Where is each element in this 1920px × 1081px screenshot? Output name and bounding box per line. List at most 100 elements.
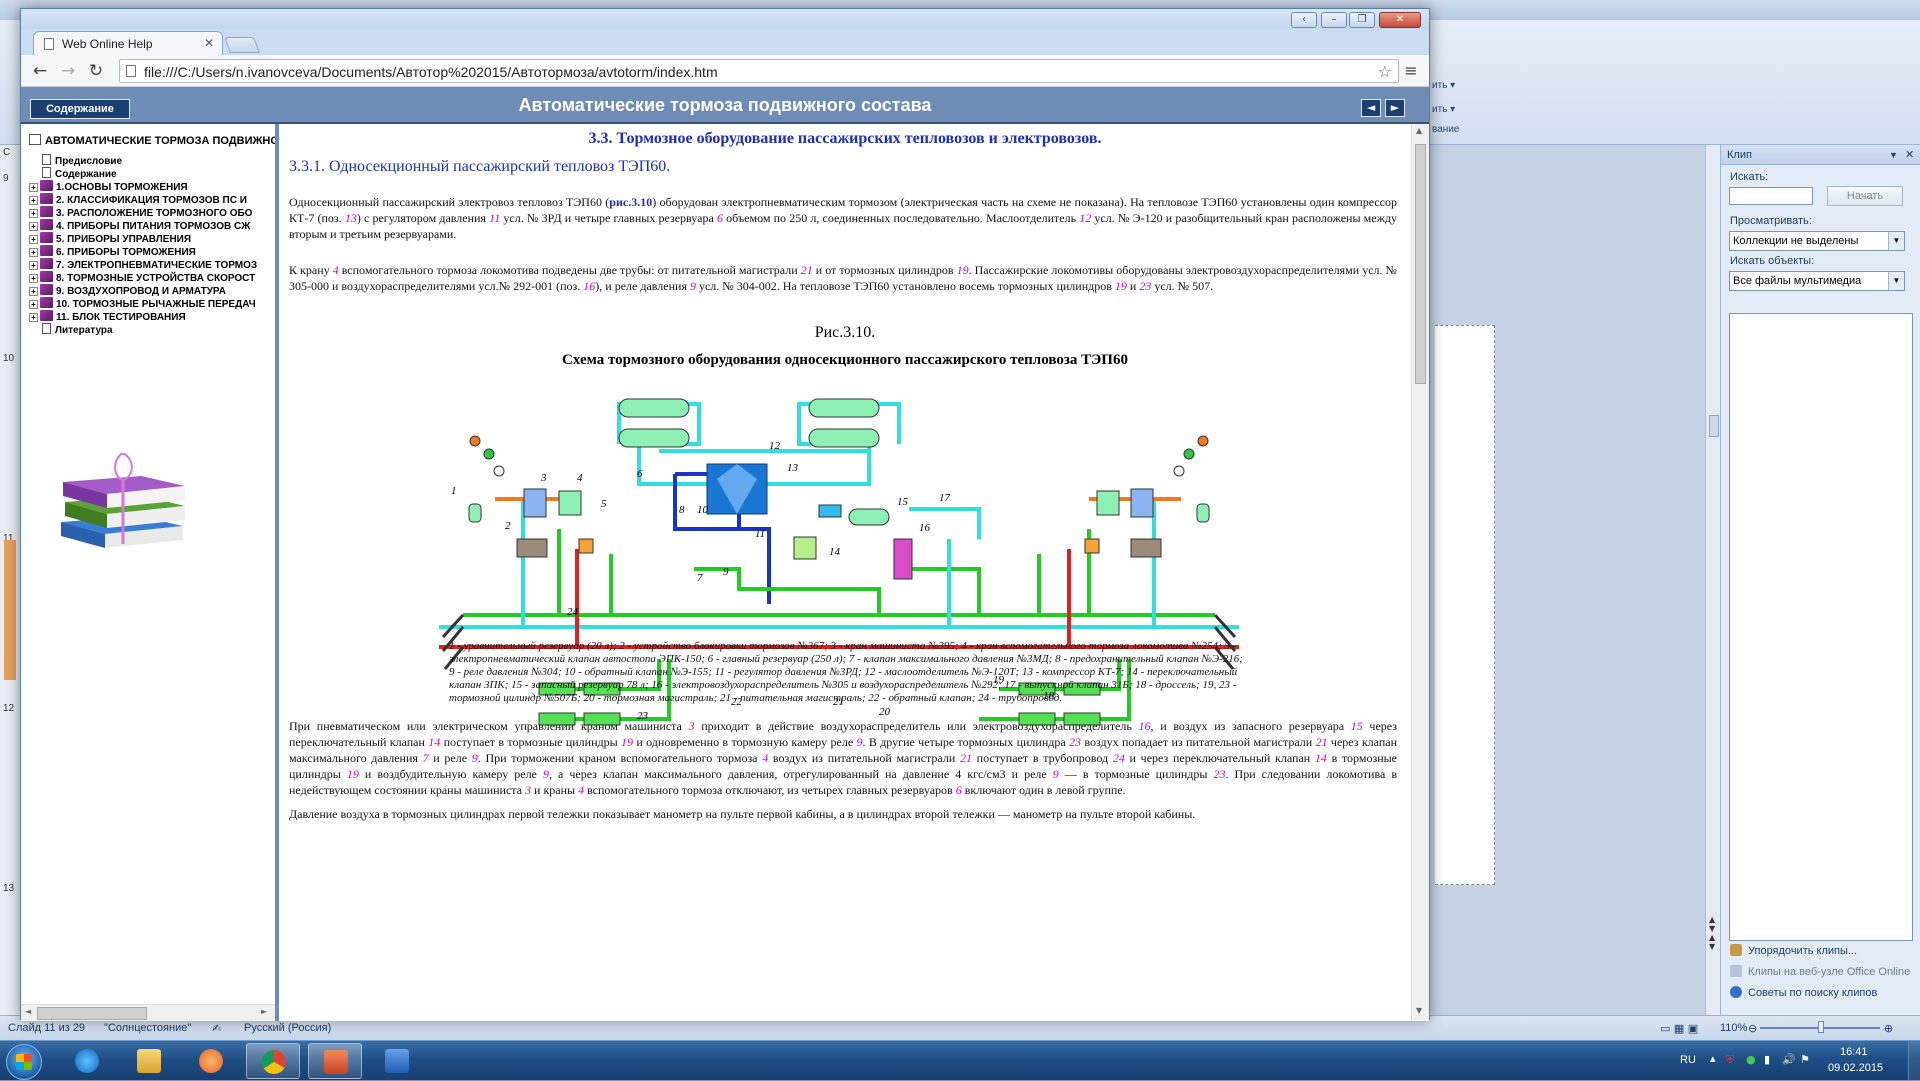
expand-icon[interactable]: +: [29, 300, 38, 309]
expand-icon[interactable]: +: [29, 248, 38, 257]
expand-icon[interactable]: +: [29, 261, 38, 270]
diagram-label: 13: [787, 462, 799, 474]
hamburger-menu-icon[interactable]: ≡: [1401, 61, 1421, 81]
diagram-label: 12: [769, 440, 781, 452]
expand-icon[interactable]: +: [29, 209, 38, 218]
book-icon: [40, 219, 53, 230]
browser-tab[interactable]: Web Online Help ✕: [33, 31, 223, 55]
shield-icon[interactable]: ⛨: [1726, 1053, 1734, 1067]
forward-arrow-icon[interactable]: →: [57, 60, 79, 82]
toc-item[interactable]: Литература: [29, 323, 113, 339]
spellcheck-icon[interactable]: ✍: [212, 1022, 221, 1035]
clip-results-area[interactable]: [1729, 313, 1913, 941]
toc-pane: АВТОМАТИЧЕСКИЕ ТОРМОЗА ПОДВИЖНОГ Предисл…: [21, 124, 279, 1021]
zoom-slider-thumb[interactable]: [1818, 1021, 1824, 1033]
update-icon[interactable]: ●: [1746, 1053, 1756, 1066]
close-tab-icon[interactable]: ✕: [204, 36, 214, 50]
url-text[interactable]: file:///C:/Users/n.ivanovceva/Documents/…: [144, 64, 718, 80]
reload-icon[interactable]: ↻: [85, 60, 107, 82]
content-vertical-scrollbar[interactable]: ▲ ▼: [1411, 124, 1429, 1021]
start-button[interactable]: [6, 1044, 42, 1080]
slide-vertical-scrollbar[interactable]: ▲ ▼ ▲ ▼: [1705, 145, 1721, 1015]
search-go-button[interactable]: Начать: [1827, 186, 1903, 206]
toc-item-label: 6. ПРИБОРЫ ТОРМОЖЕНИЯ: [56, 247, 196, 258]
language-indicator[interactable]: Русский (Россия): [244, 1022, 331, 1034]
taskbar-ie[interactable]: [60, 1043, 114, 1079]
clip-pane-header: Клип ▼ ✕: [1721, 145, 1920, 165]
expand-icon[interactable]: +: [29, 196, 38, 205]
show-hidden-icons-icon[interactable]: ▴: [1710, 1052, 1716, 1065]
office-online-link[interactable]: Клипы на веб-узле Office Online: [1730, 965, 1910, 978]
paragraph-1: Односекционный пассажирский электровоз т…: [289, 195, 1397, 241]
zoom-level[interactable]: 110%: [1720, 1022, 1747, 1034]
clock-date[interactable]: 09.02.2015: [1828, 1062, 1883, 1074]
pane-menu-icon[interactable]: ▼: [1889, 150, 1898, 160]
expand-icon[interactable]: +: [29, 183, 38, 192]
language-indicator[interactable]: RU: [1680, 1054, 1696, 1066]
view-buttons-icon[interactable]: ▭ ▦ ▣: [1660, 1022, 1698, 1035]
position-number: 23: [1213, 767, 1226, 781]
ribbon-fragment[interactable]: ить ▾: [1432, 104, 1455, 115]
zoom-in-icon[interactable]: ⊕: [1884, 1022, 1893, 1035]
figure-number: Рис.3.10.: [814, 324, 876, 341]
taskbar-chrome[interactable]: [246, 1043, 300, 1079]
scroll-up-icon[interactable]: ▲: [1416, 126, 1422, 135]
taskbar-explorer[interactable]: [122, 1043, 176, 1079]
bookmark-star-icon[interactable]: ☆: [1378, 62, 1392, 81]
ribbon-fragment[interactable]: ить ▾: [1432, 80, 1455, 91]
slide-canvas[interactable]: [1435, 325, 1495, 885]
maximize-button[interactable]: ❐: [1349, 12, 1375, 28]
expand-icon[interactable]: +: [29, 274, 38, 283]
next-page-button[interactable]: ►: [1385, 99, 1405, 117]
scroll-thumb[interactable]: [1415, 144, 1426, 384]
volume-icon[interactable]: 🔊: [1782, 1053, 1796, 1066]
clip-pane-title: Клип: [1727, 149, 1752, 161]
diagram-label: 8: [679, 504, 685, 516]
toc-item-label: 4. ПРИБОРЫ ПИТАНИЯ ТОРМОЗОВ СЖ: [56, 221, 251, 232]
scroll-left-icon[interactable]: ◄: [25, 1007, 31, 1016]
system-tray: RU ▴ ⛨ ● ▮ 🔊 ⚑ 16:41 09.02.2015: [1660, 1041, 1920, 1081]
toc-item-label: 3. РАСПОЛОЖЕНИЕ ТОРМОЗНОГО ОБО: [56, 208, 253, 219]
ie-icon: [75, 1049, 99, 1073]
page-icon: [29, 134, 41, 145]
toc-root-item[interactable]: АВТОМАТИЧЕСКИЕ ТОРМОЗА ПОДВИЖНОГ: [29, 134, 275, 147]
new-tab-button[interactable]: [224, 37, 260, 53]
organize-clips-link[interactable]: Упорядочить клипы...: [1730, 944, 1857, 957]
figure-link[interactable]: рис.3.10: [609, 195, 652, 209]
diagram-label: 10: [697, 504, 709, 516]
profile-button[interactable]: ‹: [1291, 12, 1317, 28]
scroll-thumb[interactable]: [37, 1007, 147, 1020]
zoom-out-icon[interactable]: ⊖: [1748, 1022, 1757, 1035]
address-bar[interactable]: file:///C:/Users/n.ivanovceva/Documents/…: [119, 59, 1399, 83]
network-icon[interactable]: ▮: [1764, 1053, 1770, 1066]
clip-search-input[interactable]: [1729, 187, 1813, 205]
chevron-down-icon[interactable]: ▼: [1888, 232, 1904, 250]
chevron-down-icon[interactable]: ▼: [1888, 272, 1904, 290]
scroll-arrows-icon[interactable]: ▲ ▼ ▲ ▼: [1709, 915, 1715, 951]
taskbar-powerpoint[interactable]: [308, 1043, 362, 1079]
expand-icon[interactable]: +: [29, 235, 38, 244]
show-desktop-button[interactable]: [1908, 1041, 1920, 1081]
scroll-thumb[interactable]: [1709, 415, 1719, 437]
book-icon: [40, 193, 53, 204]
find-objects-select[interactable]: Все файлы мультимедиа ▼: [1729, 271, 1905, 291]
close-window-button[interactable]: ✕: [1379, 12, 1421, 28]
scroll-down-icon[interactable]: ▼: [1416, 1006, 1422, 1015]
minimize-button[interactable]: –: [1321, 12, 1347, 28]
close-icon[interactable]: ✕: [1905, 148, 1914, 161]
scroll-right-icon[interactable]: ►: [261, 1007, 267, 1016]
taskbar-word[interactable]: [370, 1043, 424, 1079]
toc-horizontal-scrollbar[interactable]: ◄ ►: [21, 1004, 275, 1021]
clock-time[interactable]: 16:41: [1840, 1046, 1868, 1058]
search-tips-link[interactable]: Советы по поиску клипов: [1730, 986, 1877, 999]
expand-icon[interactable]: +: [29, 287, 38, 296]
taskbar-media-player[interactable]: [184, 1043, 238, 1079]
search-tips-label: Советы по поиску клипов: [1748, 987, 1878, 999]
expand-icon[interactable]: +: [29, 313, 38, 322]
expand-icon[interactable]: +: [29, 222, 38, 231]
toc-item-label: 10. ТОРМОЗНЫЕ РЫЧАЖНЫЕ ПЕРЕДАЧ: [56, 299, 256, 310]
action-center-icon[interactable]: ⚑: [1800, 1053, 1810, 1066]
browse-collections-select[interactable]: Коллекции не выделены ▼: [1729, 231, 1905, 251]
back-arrow-icon[interactable]: ←: [29, 60, 51, 82]
previous-page-button[interactable]: ◄: [1361, 99, 1381, 117]
